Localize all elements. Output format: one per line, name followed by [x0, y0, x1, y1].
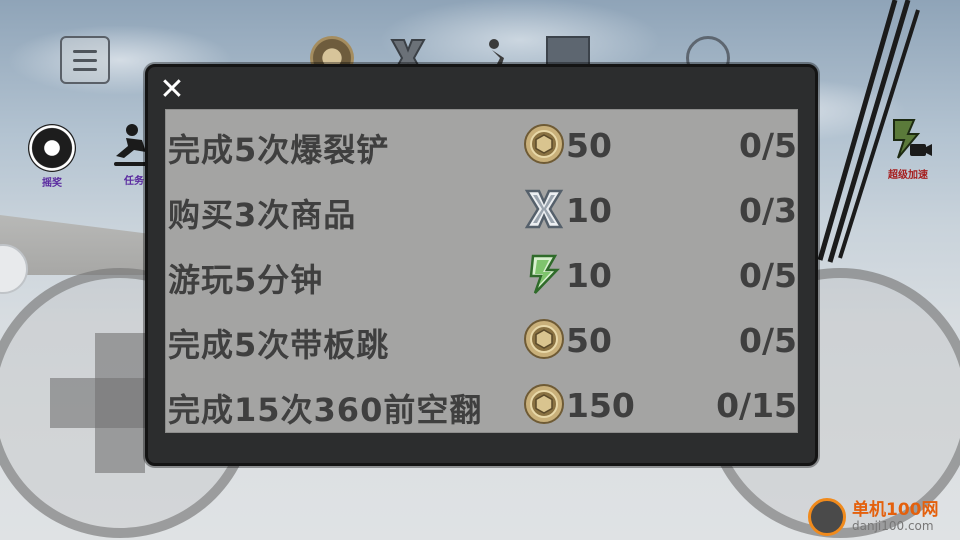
task-progress: 0/5 — [739, 321, 797, 360]
task-row: 完成5次爆裂铲 50 0/5 — [166, 120, 799, 169]
x-token-icon — [524, 189, 564, 229]
site-logo-icon — [808, 498, 846, 536]
task-name: 完成5次爆裂铲 — [168, 131, 390, 169]
task-reward: 150 — [566, 386, 635, 425]
task-dialog: ✕ 完成5次爆裂铲 50 0/5 购买3次商品 10 0/3 游玩5分钟 10 0/5 完成5次带… — [145, 64, 818, 466]
task-name: 游玩5分钟 — [168, 261, 324, 299]
task-name: 购买3次商品 — [168, 196, 357, 234]
menu-button[interactable] — [60, 36, 110, 84]
task-row: 完成5次带板跳 50 0/5 — [166, 315, 799, 364]
task-list: 完成5次爆裂铲 50 0/5 购买3次商品 10 0/3 游玩5分钟 10 0/5 完成5次带板跳… — [165, 109, 798, 433]
task-reward: 10 — [566, 191, 612, 230]
lottery-button[interactable]: 摇奖 — [28, 124, 76, 189]
lightning-icon — [529, 254, 560, 294]
site-url: danji100.com — [852, 518, 934, 533]
task-row: 购买3次商品 10 0/3 — [166, 185, 799, 234]
menu-icon-bar — [73, 58, 97, 62]
super-boost-button[interactable]: 超级加速 — [884, 116, 932, 181]
lightning-camera-icon — [893, 119, 932, 159]
task-reward: 50 — [566, 321, 612, 360]
site-watermark: 单机100网 danji100.com — [808, 494, 960, 540]
task-reward: 50 — [566, 126, 612, 165]
task-row: 游玩5分钟 10 0/5 — [166, 250, 799, 299]
gold-coin-icon — [524, 124, 564, 164]
menu-icon-bar — [73, 67, 97, 71]
task-progress: 0/3 — [739, 191, 797, 230]
task-label: 任务 — [124, 176, 144, 187]
menu-icon-bar — [73, 49, 97, 53]
task-reward: 10 — [566, 256, 612, 295]
lottery-label: 摇奖 — [42, 178, 62, 189]
task-name: 完成15次360前空翻 — [168, 391, 483, 429]
dpad-cross-vertical — [95, 333, 145, 473]
gold-coin-icon — [524, 319, 564, 359]
poker-chip-icon — [28, 124, 76, 172]
gold-coin-icon — [524, 384, 564, 424]
task-progress: 0/5 — [739, 256, 797, 295]
task-progress: 0/5 — [739, 126, 797, 165]
task-row: 完成15次360前空翻 150 0/15 — [166, 380, 799, 429]
site-name: 单机100网 — [852, 500, 939, 521]
task-progress: 0/15 — [716, 386, 797, 425]
task-name: 完成5次带板跳 — [168, 326, 390, 364]
super-boost-label: 超级加速 — [888, 170, 928, 181]
close-icon[interactable]: ✕ — [158, 75, 186, 105]
